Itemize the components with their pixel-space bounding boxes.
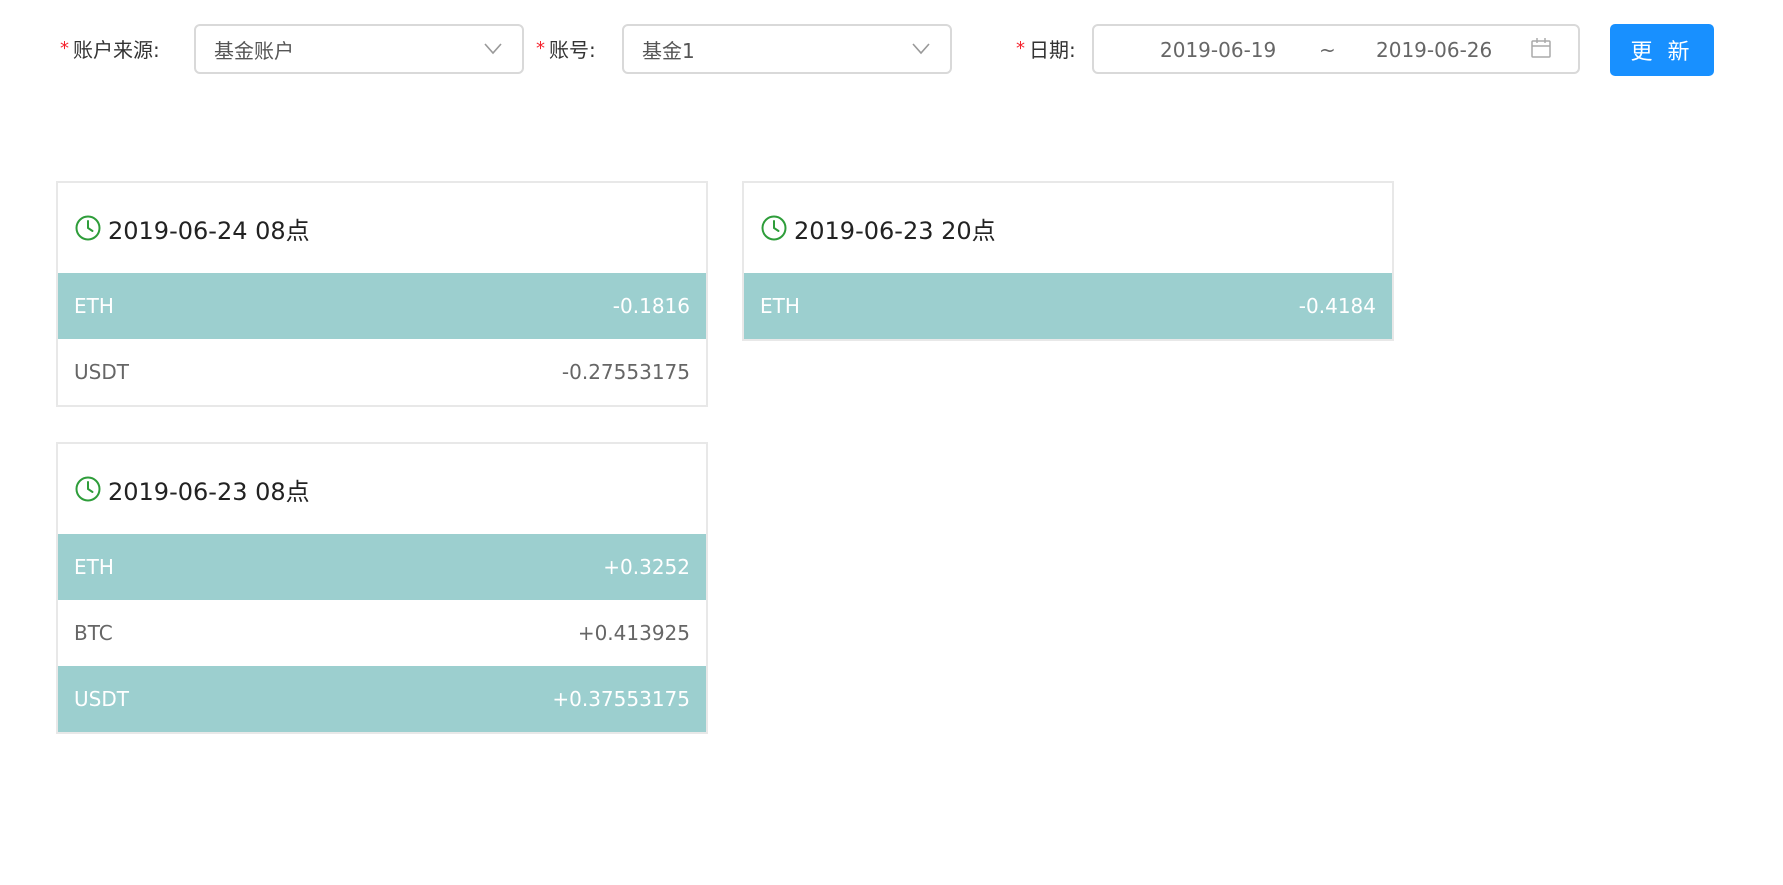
account-source-select[interactable]: 基金账户 [194,24,524,74]
date-end[interactable]: 2019-06-26 [1376,38,1492,62]
currency-label: ETH [74,555,114,579]
required-mark: * [60,37,69,59]
account-label: * 账号: [536,33,596,63]
balance-row: ETH -0.4184 [744,273,1392,339]
change-value: -0.1816 [612,294,690,318]
card-header: 2019-06-24 08点 [58,183,706,273]
balance-row: USDT -0.27553175 [58,339,706,405]
snapshot-card: 2019-06-24 08点 ETH -0.1816 USDT -0.27553… [56,181,708,407]
date-start[interactable]: 2019-06-19 [1160,38,1276,62]
currency-label: ETH [74,294,114,318]
account-source-value: 基金账户 [214,38,294,63]
card-title: 2019-06-24 08点 [108,216,310,245]
clock-icon [760,214,788,242]
currency-label: USDT [74,687,129,711]
change-value: -0.4184 [1298,294,1376,318]
currency-label: ETH [760,294,800,318]
update-button[interactable]: 更 新 [1610,24,1714,76]
required-mark: * [536,37,545,59]
account-value: 基金1 [642,38,695,63]
account-label-text: 账号: [549,37,596,62]
snapshot-card: 2019-06-23 20点 ETH -0.4184 [742,181,1394,341]
clock-icon [74,475,102,503]
calendar-icon[interactable] [1530,37,1552,64]
date-label-text: 日期: [1029,37,1076,62]
card-header: 2019-06-23 20点 [744,183,1392,273]
change-value: -0.27553175 [561,360,690,384]
date-range-picker[interactable]: 2019-06-19 ~ 2019-06-26 [1092,24,1580,74]
chevron-down-icon [906,34,936,64]
change-value: +0.37553175 [552,687,690,711]
account-select[interactable]: 基金1 [622,24,952,74]
date-label: * 日期: [1016,33,1076,63]
currency-label: BTC [74,621,113,645]
card-title: 2019-06-23 08点 [108,477,310,506]
balance-row: BTC +0.413925 [58,600,706,666]
chevron-down-icon [478,34,508,64]
currency-label: USDT [74,360,129,384]
account-source-label: * 账户来源: [60,33,160,63]
change-value: +0.413925 [577,621,690,645]
account-source-label-text: 账户来源: [73,37,160,62]
balance-row: USDT +0.37553175 [58,666,706,732]
card-header: 2019-06-23 08点 [58,444,706,534]
card-title: 2019-06-23 20点 [794,216,996,245]
date-separator: ~ [1319,38,1336,62]
balance-row: ETH -0.1816 [58,273,706,339]
change-value: +0.3252 [603,555,690,579]
filter-bar: * 账户来源: 基金账户 * 账号: 基金1 * 日期: 2019-06-19 … [0,0,1783,90]
balance-row: ETH +0.3252 [58,534,706,600]
snapshot-card: 2019-06-23 08点 ETH +0.3252 BTC +0.413925… [56,442,708,734]
required-mark: * [1016,37,1025,59]
clock-icon [74,214,102,242]
